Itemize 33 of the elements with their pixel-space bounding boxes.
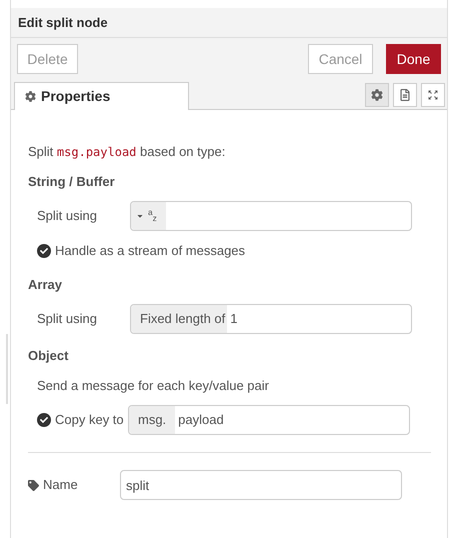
field-label: Split using <box>37 310 98 328</box>
checkbox-label: Handle as a stream of messages <box>55 242 246 260</box>
description-text: Split msg.payload based on type: <box>28 143 226 161</box>
document-icon <box>399 89 411 101</box>
section-heading: String / Buffer <box>28 172 116 191</box>
tag-icon <box>28 480 39 490</box>
document-tab-button[interactable] <box>393 83 417 107</box>
description-text: Send a message for each key/value pair <box>36 376 270 395</box>
field-prefix: msg. <box>129 406 176 434</box>
section-heading: Object <box>28 347 70 365</box>
name-field[interactable]: split <box>120 470 402 500</box>
checkbox-label: Copy key to <box>55 411 125 430</box>
checkbox[interactable] <box>37 413 51 427</box>
gear-icon <box>25 91 36 102</box>
caret-icon <box>136 212 144 220</box>
key-property-field[interactable]: msg. payload <box>128 405 410 435</box>
check-icon <box>40 246 48 255</box>
settings-tab-button[interactable] <box>365 83 389 107</box>
field-value: 1 <box>229 310 238 328</box>
dialog-title: Edit split node <box>18 14 108 32</box>
checkbox[interactable] <box>37 244 51 258</box>
frame-tab-button[interactable] <box>421 83 445 107</box>
properties-tab[interactable]: Properties <box>14 82 189 110</box>
field-label: Split using <box>37 207 98 226</box>
field-label: Name <box>43 476 79 494</box>
check-icon <box>40 416 48 424</box>
frame-icon <box>427 89 439 101</box>
done-button[interactable]: Done <box>386 44 441 74</box>
field-value: payload <box>177 411 224 430</box>
section-heading: Array <box>28 276 63 294</box>
field-prefix: Fixed length of <box>131 305 228 333</box>
fixed-length-field[interactable]: Fixed length of 1 <box>130 304 412 334</box>
gear-icon <box>371 89 383 101</box>
